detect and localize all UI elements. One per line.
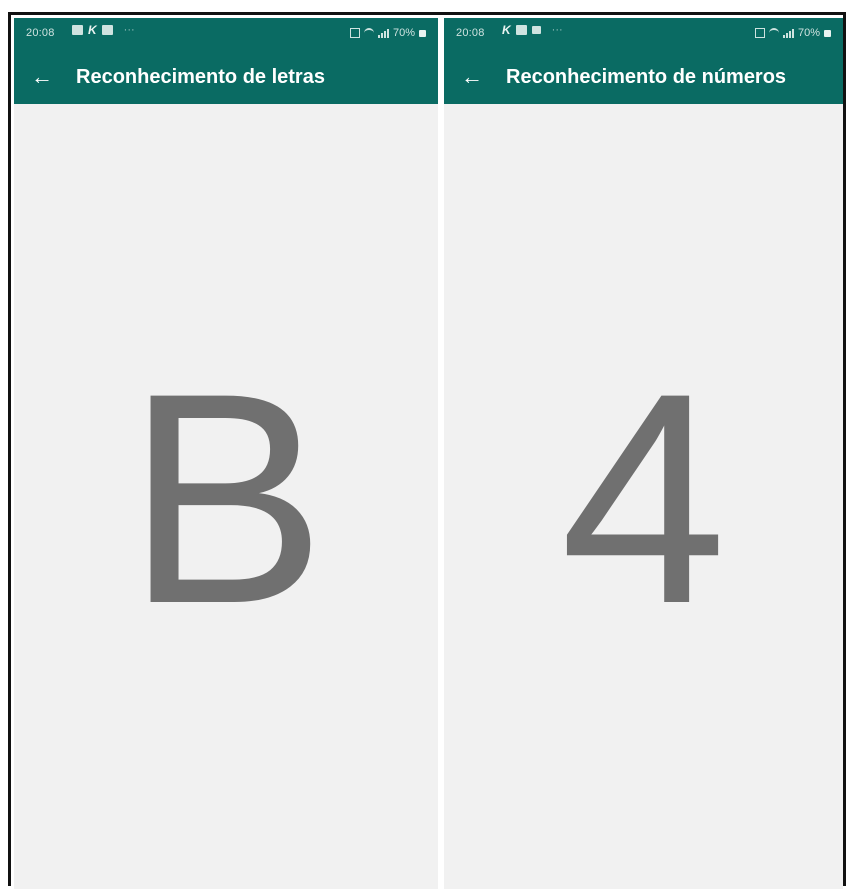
more-notifications-icon: ··· (551, 24, 563, 36)
top-bar: 20:08 K ··· 70% ← (444, 18, 843, 104)
arrow-left-icon: ← (31, 64, 53, 89)
screenshot-frame: 20:08 K ··· 70% ← Reconhecimento de letr… (8, 12, 846, 889)
page-title: Reconhecimento de letras (76, 65, 325, 88)
k-app-icon: K (502, 23, 511, 37)
k-app-icon: K (88, 23, 97, 37)
nfc-icon (754, 28, 765, 38)
notification-icon (531, 26, 541, 34)
status-bar: 20:08 K ··· 70% (14, 18, 438, 46)
screen-numbers: 20:08 K ··· 70% ← Reconhecimento de núme… (444, 18, 843, 889)
top-bar: 20:08 K ··· 70% ← (14, 18, 438, 104)
status-right-icons: 70% (349, 27, 426, 39)
screen-letters: 20:08 K ··· 70% ← Reconhecimento de letr… (14, 18, 438, 889)
status-notification-icons: K ··· (72, 23, 135, 37)
status-time: 20:08 (26, 27, 55, 39)
back-button[interactable]: ← (444, 52, 500, 102)
wifi-icon (363, 28, 374, 38)
app-bar: ← Reconhecimento de números (444, 52, 843, 102)
status-time: 20:08 (456, 27, 485, 39)
battery-level: 70% (392, 27, 415, 39)
nfc-icon (349, 28, 360, 38)
signal-icon (377, 28, 389, 38)
video-icon (515, 25, 527, 35)
gallery-icon (72, 25, 83, 35)
battery-icon (419, 29, 426, 37)
battery-level: 70% (797, 27, 820, 39)
more-notifications-icon: ··· (123, 24, 135, 36)
recognized-letter: B (125, 330, 327, 666)
app-bar: ← Reconhecimento de letras (14, 52, 438, 102)
video-icon (101, 25, 113, 35)
battery-icon (824, 29, 831, 37)
page-title: Reconhecimento de números (506, 65, 787, 88)
back-button[interactable]: ← (14, 52, 70, 102)
status-notification-icons: K ··· (502, 23, 563, 37)
status-right-icons: 70% (754, 27, 831, 39)
status-bar: 20:08 K ··· 70% (444, 18, 843, 46)
arrow-left-icon: ← (461, 64, 483, 89)
signal-icon (782, 28, 794, 38)
recognized-number: 4 (560, 330, 727, 666)
wifi-icon (768, 28, 779, 38)
